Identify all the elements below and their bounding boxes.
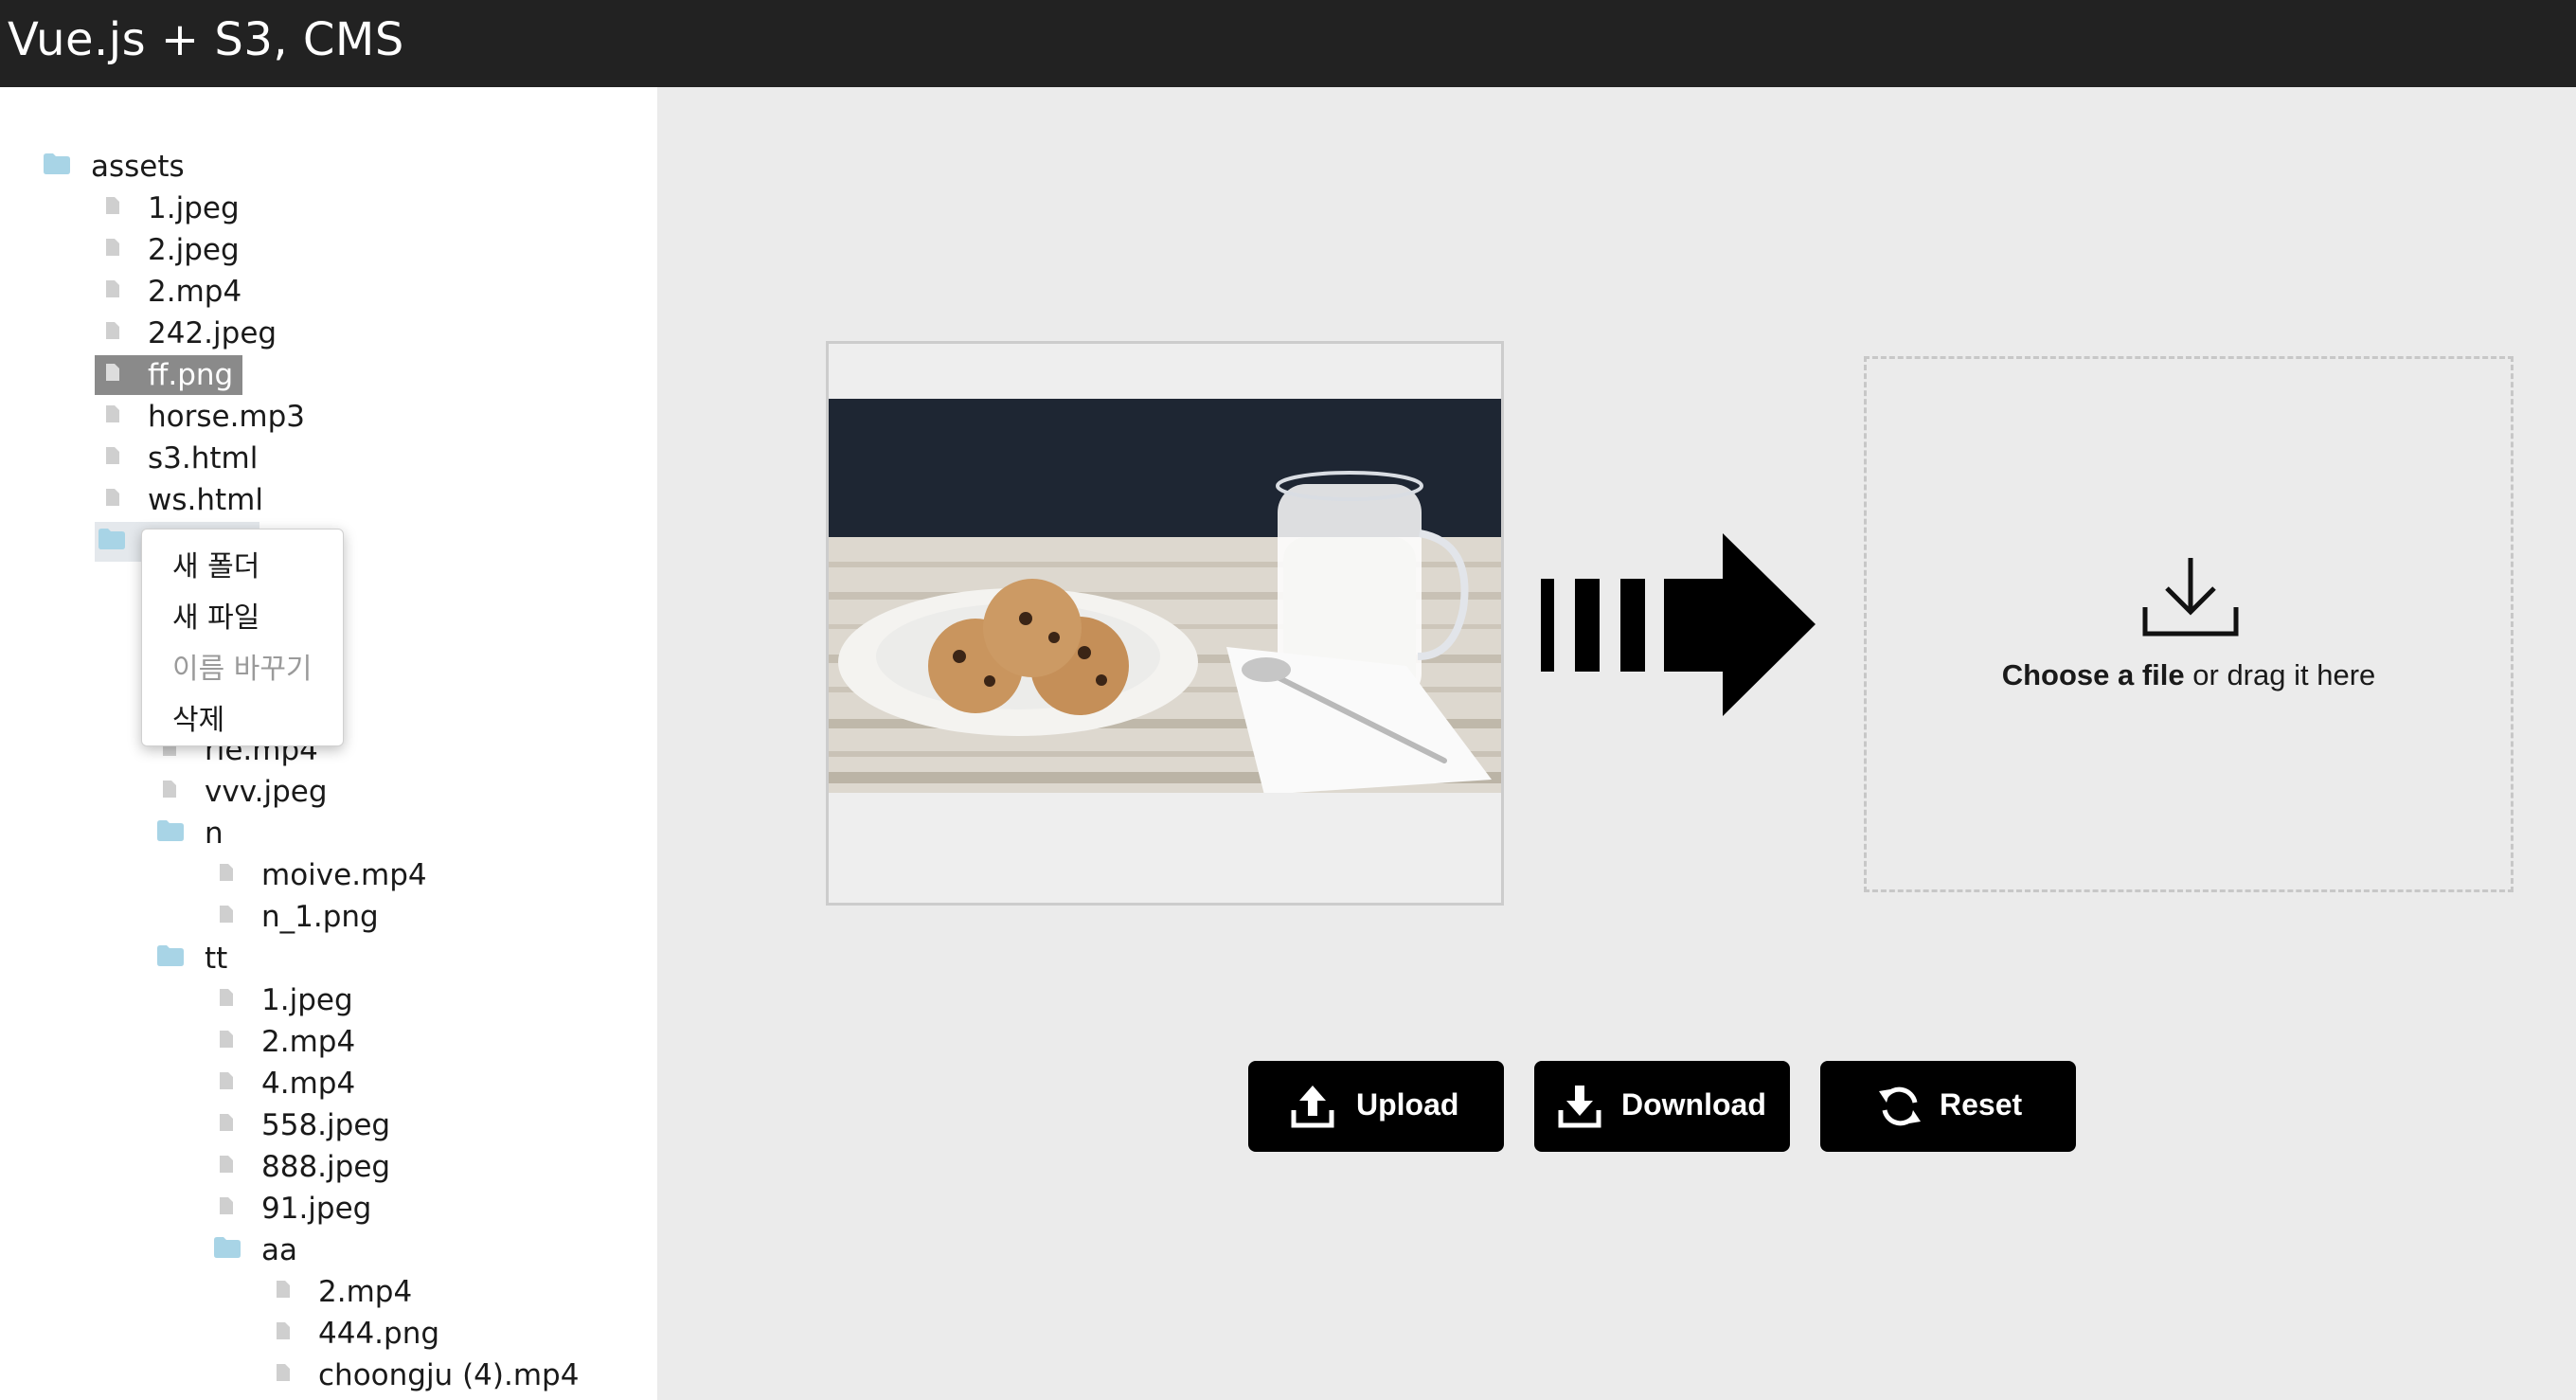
drop-instructions: Choose a file or drag it here [1867,658,2511,692]
refresh-icon [1879,1086,1921,1126]
menu-item-new-folder[interactable]: 새 폴더 [172,543,259,584]
tree-label: ff.png [148,358,234,392]
cookies-milk-photo [829,344,1501,903]
file-icon [220,1031,233,1048]
tree-label: 242.jpeg [148,316,277,350]
folder-icon [157,820,184,841]
file-drop-zone[interactable]: Choose a file or drag it here [1864,356,2513,892]
upload-button[interactable]: Upload [1248,1061,1504,1152]
tree-label: 2.mp4 [318,1275,413,1309]
tree-label: 2.mp4 [261,1025,356,1059]
folder-icon [44,153,70,174]
file-icon [106,447,119,464]
file-icon [277,1364,290,1381]
right-arrow-icon [1539,533,1816,716]
tree-label: 91.jpeg [261,1192,372,1226]
tree-label: 1.jpeg [261,983,353,1017]
file-icon [106,322,119,339]
tree-label: moive.mp4 [261,858,427,892]
folder-icon [98,529,125,549]
tree-label: 558.jpeg [261,1108,391,1142]
folder-icon [214,1237,241,1258]
tree-label: n_1.png [261,900,379,934]
choose-file-link[interactable]: Choose a file [2002,658,2185,691]
download-icon [1558,1086,1601,1128]
download-tray-icon [2142,558,2239,637]
upload-label: Upload [1356,1087,1459,1122]
upload-icon [1291,1086,1334,1128]
tree-label: aa [261,1233,297,1267]
file-icon [220,864,233,881]
file-icon [106,280,119,297]
file-icon [220,1114,233,1131]
drop-hint: or drag it here [2184,658,2376,691]
tree-label: ws.html [148,483,263,517]
tree-label: 888.jpeg [261,1150,391,1184]
context-menu: 새 폴더 새 파일 이름 바꾸기 삭제 [141,529,344,746]
file-icon [220,906,233,923]
tree-label: tt [205,942,228,976]
file-icon [106,197,119,214]
tree-label: n [205,817,224,851]
tree-label: 1.jpeg [148,191,240,225]
menu-item-new-file[interactable]: 새 파일 [172,594,259,636]
file-icon [220,1197,233,1214]
file-icon [106,489,119,506]
tree-label: 444.png [318,1317,440,1351]
file-icon [163,781,176,798]
reset-button[interactable]: Reset [1820,1061,2076,1152]
app-title: Vue.js + S3, CMS [8,13,404,66]
folder-icon [157,945,184,966]
file-icon [220,1156,233,1173]
file-icon [277,1322,290,1339]
download-button[interactable]: Download [1534,1061,1790,1152]
reset-label: Reset [1940,1087,2023,1122]
file-icon [220,1072,233,1089]
tree-label: assets [91,150,185,184]
file-icon [106,405,119,422]
tree-label: 4.mp4 [261,1067,356,1101]
tree-label: 2.mp4 [148,275,242,309]
image-preview [826,341,1504,906]
tree-label: s3.html [148,441,259,476]
menu-item-rename: 이름 바꾸기 [172,653,313,686]
tree-label: vvv.jpeg [205,775,328,809]
app-header: Vue.js + S3, CMS [0,0,2576,87]
tree-label: horse.mp3 [148,400,306,434]
menu-item-delete[interactable]: 삭제 [172,696,224,738]
download-label: Download [1621,1087,1766,1122]
file-icon [220,989,233,1006]
tree-label: choongju (4).mp4 [318,1358,580,1392]
tree-label: 2.jpeg [148,233,240,267]
file-icon [106,364,119,381]
file-icon [277,1281,290,1298]
file-icon [106,239,119,256]
